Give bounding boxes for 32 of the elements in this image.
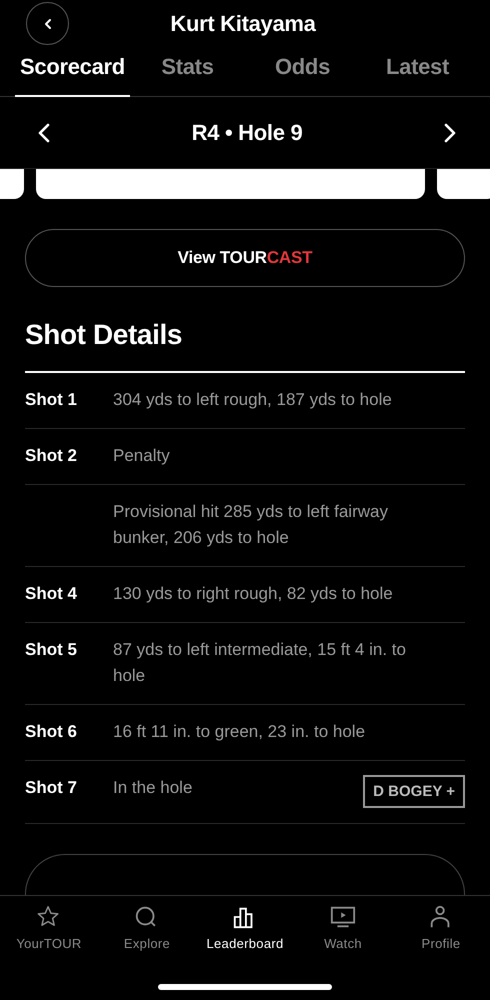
shot-label: Shot 4 — [25, 584, 77, 603]
back-icon — [42, 18, 52, 30]
nav-item[interactable]: Leaderboard — [196, 904, 294, 951]
tv-icon — [330, 904, 356, 930]
shot-label: Shot 2 — [25, 446, 77, 465]
shot-label: Shot 7 — [25, 778, 77, 797]
tab[interactable]: Scorecard — [15, 38, 130, 97]
round-hole-title: R4 • Hole 9 — [192, 120, 302, 146]
shot-label: Shot 5 — [25, 640, 77, 659]
tab[interactable]: Odds — [245, 38, 360, 97]
shot-description: 16 ft 11 in. to green, 23 in. to hole — [113, 721, 366, 743]
next-icon — [444, 122, 456, 142]
player-name: Kurt Kitayama — [170, 11, 316, 38]
back-button[interactable] — [26, 2, 69, 45]
shot-label: Shot 6 — [25, 722, 77, 741]
shot-description: Provisional hit 285 yds to left fairway bunker, 206 yds to hole — [113, 501, 389, 549]
shot-description: 304 yds to left rough, 187 yds to hole — [113, 389, 393, 411]
shot-label: Shot 1 — [25, 390, 77, 409]
shot-description: 130 yds to right rough, 82 yds to hole — [113, 583, 394, 605]
nav-item[interactable]: Watch — [294, 904, 392, 951]
score-badge: D BOGEY + — [363, 775, 465, 808]
view-tourcast-button[interactable]: View TOURCAST — [25, 229, 465, 287]
section-heading: Shot Details — [25, 319, 465, 373]
previous-icon — [38, 122, 50, 142]
shot-description: Penalty — [113, 445, 171, 467]
nav-item[interactable]: Profile — [392, 904, 490, 951]
tab[interactable]: Stats — [130, 38, 245, 97]
nav-item[interactable]: YourTOUR — [0, 904, 98, 951]
shot-description: In the hole — [113, 777, 194, 799]
shot-description: 87 yds to left intermediate, 15 ft 4 in. to hole — [113, 639, 407, 687]
nav-item[interactable]: Explore — [98, 904, 196, 951]
tab[interactable]: Latest — [360, 38, 475, 97]
